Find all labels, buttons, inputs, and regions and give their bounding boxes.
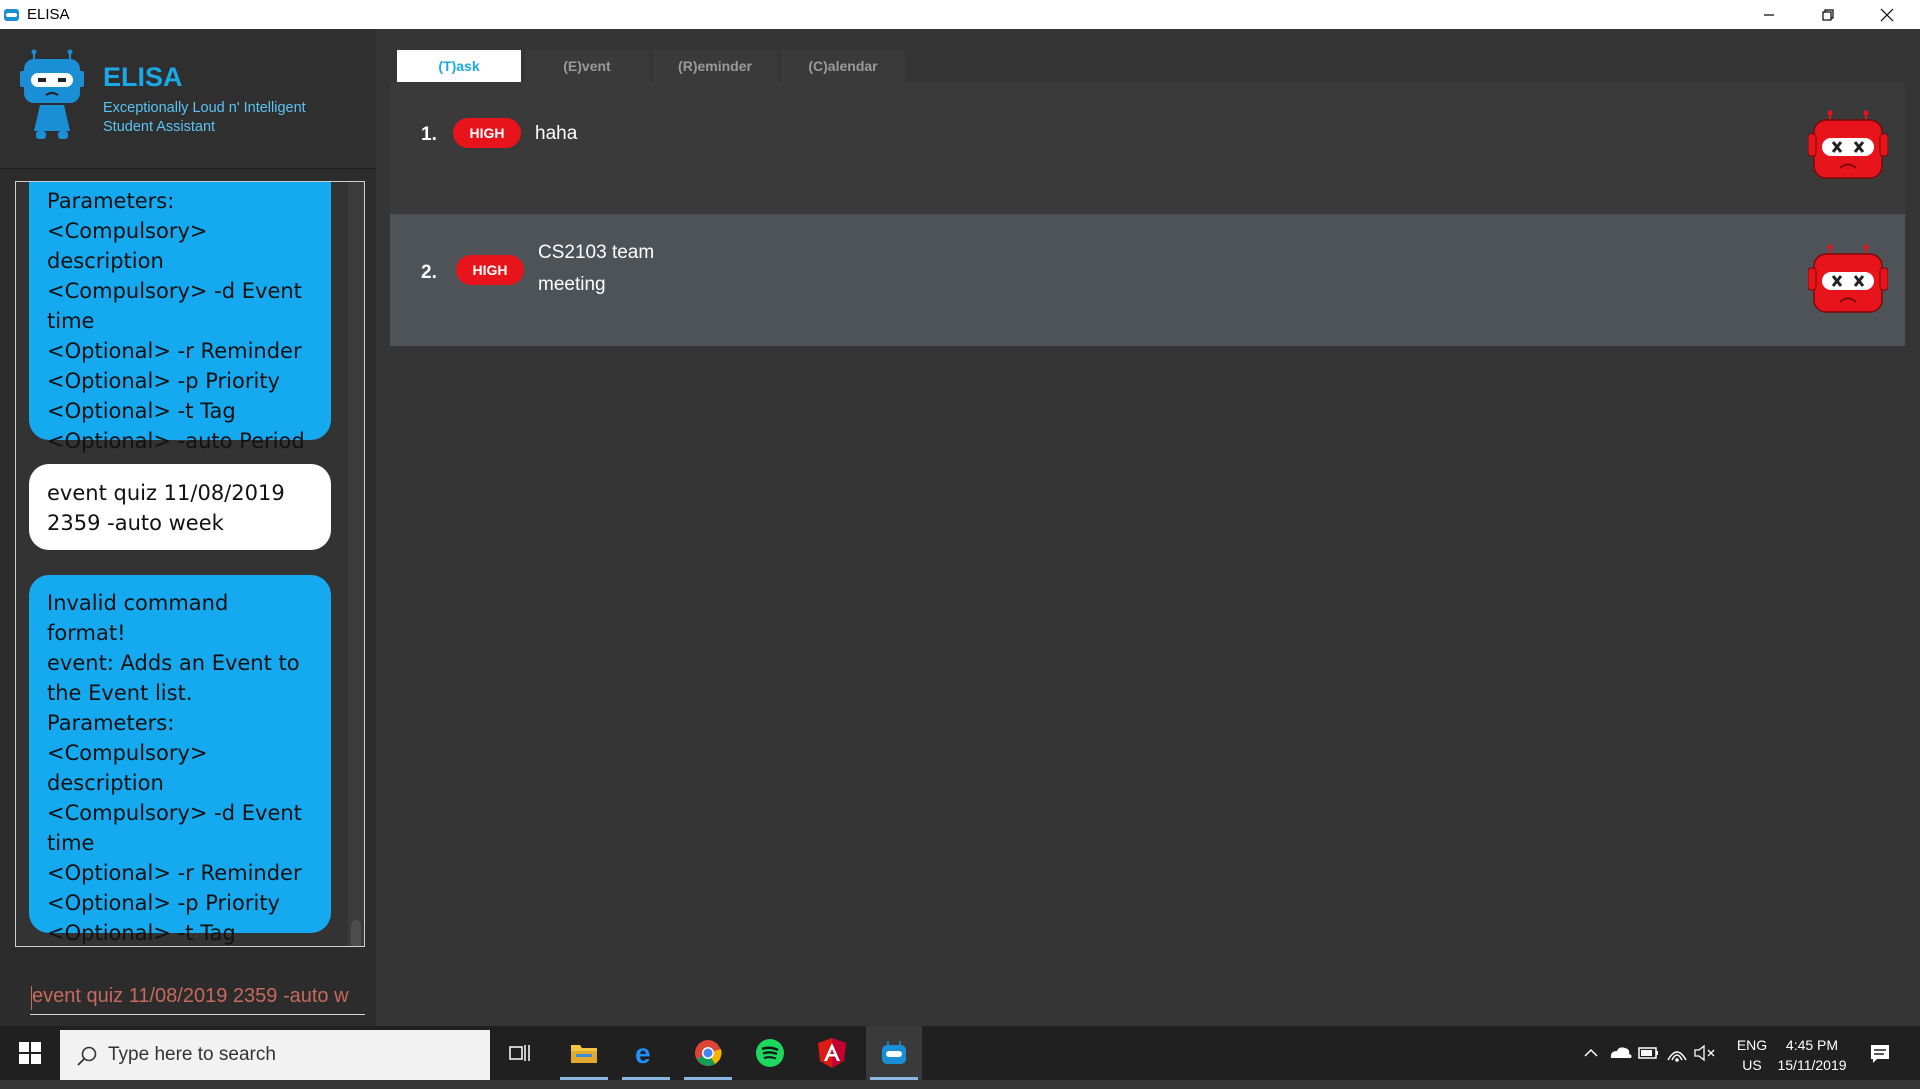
window-titlebar: ELISA <box>0 0 1920 29</box>
restore-icon <box>1822 8 1834 21</box>
task-row[interactable]: 2. HIGH CS2103 team meeting <box>390 214 1905 346</box>
angular-icon <box>818 1038 846 1068</box>
sad-robot-icon <box>1808 244 1888 313</box>
text-caret <box>31 986 32 1010</box>
bot-message-bubble: Parameters: <Compulsory> description <Co… <box>29 182 331 453</box>
priority-badge: HIGH <box>456 255 524 285</box>
cloud-icon <box>1610 1047 1632 1058</box>
task-row[interactable]: 1. HIGH haha <box>390 82 1905 214</box>
task-index: 2. <box>421 262 437 283</box>
chat-history-panel[interactable]: Parameters: <Compulsory> description <Co… <box>15 181 365 947</box>
minimize-button[interactable] <box>1740 0 1798 29</box>
os-taskbar: Type here to search e ENG US 4:45 PM 15/… <box>0 1026 1920 1080</box>
minimize-icon <box>1764 13 1774 16</box>
spotify-icon <box>756 1039 784 1067</box>
clock-time: 4:45 PM <box>1785 1037 1839 1053</box>
battery-tray-button[interactable] <box>1636 1026 1662 1080</box>
bot-message-bubble: Invalid command format! event: Adds an E… <box>29 575 331 945</box>
angular-taskbar-button[interactable] <box>804 1026 860 1080</box>
onedrive-tray-button[interactable] <box>1606 1026 1634 1080</box>
edge-taskbar-button[interactable]: e <box>618 1026 674 1080</box>
app-name: ELISA <box>103 62 183 92</box>
region-code: US <box>1742 1057 1762 1073</box>
tab-calendar[interactable]: (C)alendar <box>781 50 905 82</box>
sidebar: ELISA Exceptionally Loud n' Intelligent … <box>0 29 376 1026</box>
elisa-app-icon <box>882 1041 906 1064</box>
close-button[interactable] <box>1858 0 1916 29</box>
chevron-up-icon <box>1584 1048 1598 1057</box>
tab-task[interactable]: (T)ask <box>397 50 521 82</box>
task-index: 1. <box>421 124 437 145</box>
sad-robot-icon <box>1808 110 1888 179</box>
search-icon <box>77 1046 97 1066</box>
taskbar-search-box[interactable]: Type here to search <box>60 1030 490 1080</box>
language-code: ENG <box>1736 1037 1768 1053</box>
task-list: 1. HIGH haha 2. HIGH CS2103 team meeting <box>390 82 1905 1026</box>
task-view-button[interactable] <box>492 1026 548 1080</box>
chat-scrollbar-thumb[interactable] <box>351 920 361 946</box>
battery-icon <box>1638 1047 1658 1059</box>
tab-reminder[interactable]: (R)eminder <box>653 50 777 82</box>
windows-logo-icon <box>19 1042 41 1064</box>
edge-browser-icon: e <box>635 1039 651 1067</box>
restore-button[interactable] <box>1799 0 1857 29</box>
app-tagline: Exceptionally Loud n' Intelligent Studen… <box>103 100 306 135</box>
action-center-button[interactable] <box>1862 1026 1898 1080</box>
user-message-bubble: event quiz 11/08/2019 2359 -auto week <box>29 464 331 550</box>
close-icon <box>1880 8 1894 21</box>
chat-message-list: Parameters: <Compulsory> description <Co… <box>16 182 346 946</box>
search-placeholder: Type here to search <box>108 1044 276 1065</box>
chrome-taskbar-button[interactable] <box>680 1026 736 1080</box>
tab-event[interactable]: (E)vent <box>525 50 649 82</box>
spotify-taskbar-button[interactable] <box>742 1026 798 1080</box>
start-button[interactable] <box>0 1026 60 1080</box>
volume-tray-button[interactable] <box>1692 1026 1718 1080</box>
system-clock[interactable]: 4:45 PM 15/11/2019 <box>1772 1035 1852 1089</box>
network-tray-button[interactable] <box>1664 1026 1690 1080</box>
notification-icon <box>1871 1045 1889 1063</box>
priority-badge: HIGH <box>453 118 521 148</box>
language-indicator[interactable]: ENG US <box>1732 1035 1772 1089</box>
speaker-muted-icon <box>1694 1044 1715 1062</box>
elisa-robot-logo <box>20 49 84 139</box>
show-hidden-icons-button[interactable] <box>1578 1026 1604 1080</box>
window-title: ELISA <box>27 6 70 23</box>
elisa-taskbar-button[interactable] <box>866 1026 922 1080</box>
wifi-icon <box>1667 1051 1687 1062</box>
elisa-app-icon <box>4 9 19 21</box>
chrome-browser-icon <box>695 1040 722 1066</box>
task-view-icon <box>509 1045 530 1061</box>
command-input[interactable] <box>30 979 365 1015</box>
folder-icon <box>571 1045 597 1063</box>
file-explorer-taskbar-button[interactable] <box>556 1026 612 1080</box>
task-description: CS2103 team meeting <box>538 242 655 295</box>
app-header: ELISA Exceptionally Loud n' Intelligent … <box>0 29 376 169</box>
svg-text:e: e <box>635 1039 651 1067</box>
task-description: haha <box>535 123 578 144</box>
chat-scrollbar[interactable] <box>348 182 364 946</box>
tab-bar: (T)ask (E)vent (R)eminder (C)alendar <box>397 50 905 82</box>
clock-date: 15/11/2019 <box>1777 1057 1847 1073</box>
